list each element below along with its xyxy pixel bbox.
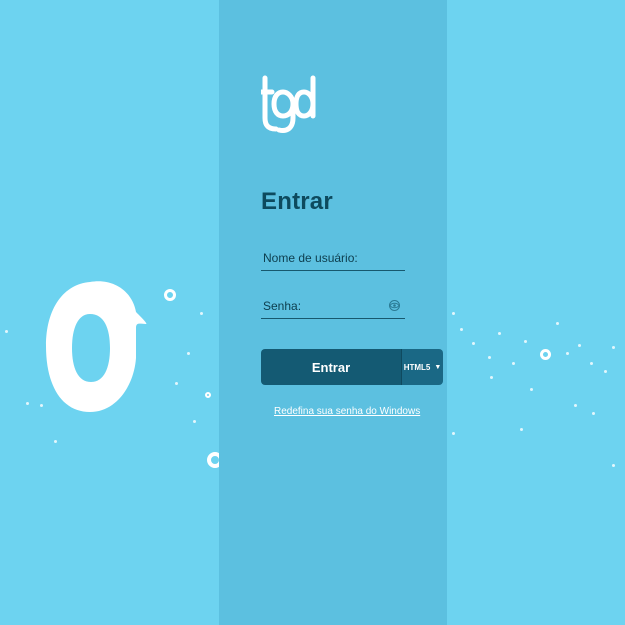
particle bbox=[520, 428, 523, 431]
particle bbox=[40, 404, 43, 407]
particle bbox=[498, 332, 501, 335]
username-field bbox=[261, 246, 405, 271]
submit-group: Entrar HTML5 ▼ bbox=[261, 349, 443, 385]
particle bbox=[530, 388, 533, 391]
particle bbox=[590, 362, 593, 365]
particle bbox=[612, 464, 615, 467]
particle bbox=[574, 404, 577, 407]
page-title: Entrar bbox=[261, 188, 333, 215]
ring-decoration bbox=[164, 289, 176, 301]
particle bbox=[592, 412, 595, 415]
particle bbox=[512, 362, 515, 365]
particle bbox=[193, 420, 196, 423]
particle bbox=[472, 342, 475, 345]
particle bbox=[187, 352, 190, 355]
ring-decoration bbox=[205, 392, 211, 398]
particle bbox=[460, 328, 463, 331]
particle bbox=[612, 346, 615, 349]
eye-icon[interactable] bbox=[388, 299, 401, 312]
particle bbox=[566, 352, 569, 355]
password-field bbox=[261, 294, 405, 319]
username-input[interactable] bbox=[263, 248, 381, 268]
client-mode-dropdown[interactable]: HTML5 ▼ bbox=[401, 349, 443, 385]
particle bbox=[54, 440, 57, 443]
reset-password-link[interactable]: Redefina sua senha do Windows bbox=[274, 406, 420, 417]
particle bbox=[452, 312, 455, 315]
particle bbox=[490, 376, 493, 379]
particle bbox=[604, 370, 607, 373]
particle bbox=[578, 344, 581, 347]
tgd-logo bbox=[261, 75, 316, 133]
particle bbox=[452, 432, 455, 435]
chevron-down-icon: ▼ bbox=[434, 363, 442, 371]
submit-button[interactable]: Entrar bbox=[261, 349, 401, 385]
particle bbox=[175, 382, 178, 385]
particle bbox=[524, 340, 527, 343]
password-input[interactable] bbox=[263, 296, 381, 316]
login-panel: Entrar Entrar HTML5 ▼ Redefina sua senha… bbox=[219, 0, 447, 625]
ring-decoration bbox=[540, 349, 551, 360]
particle bbox=[26, 402, 29, 405]
client-mode-label: HTML5 bbox=[403, 362, 431, 372]
particle bbox=[488, 356, 491, 359]
particle bbox=[556, 322, 559, 325]
particle bbox=[5, 330, 8, 333]
brand-mark-icon bbox=[46, 281, 147, 412]
particle bbox=[200, 312, 203, 315]
